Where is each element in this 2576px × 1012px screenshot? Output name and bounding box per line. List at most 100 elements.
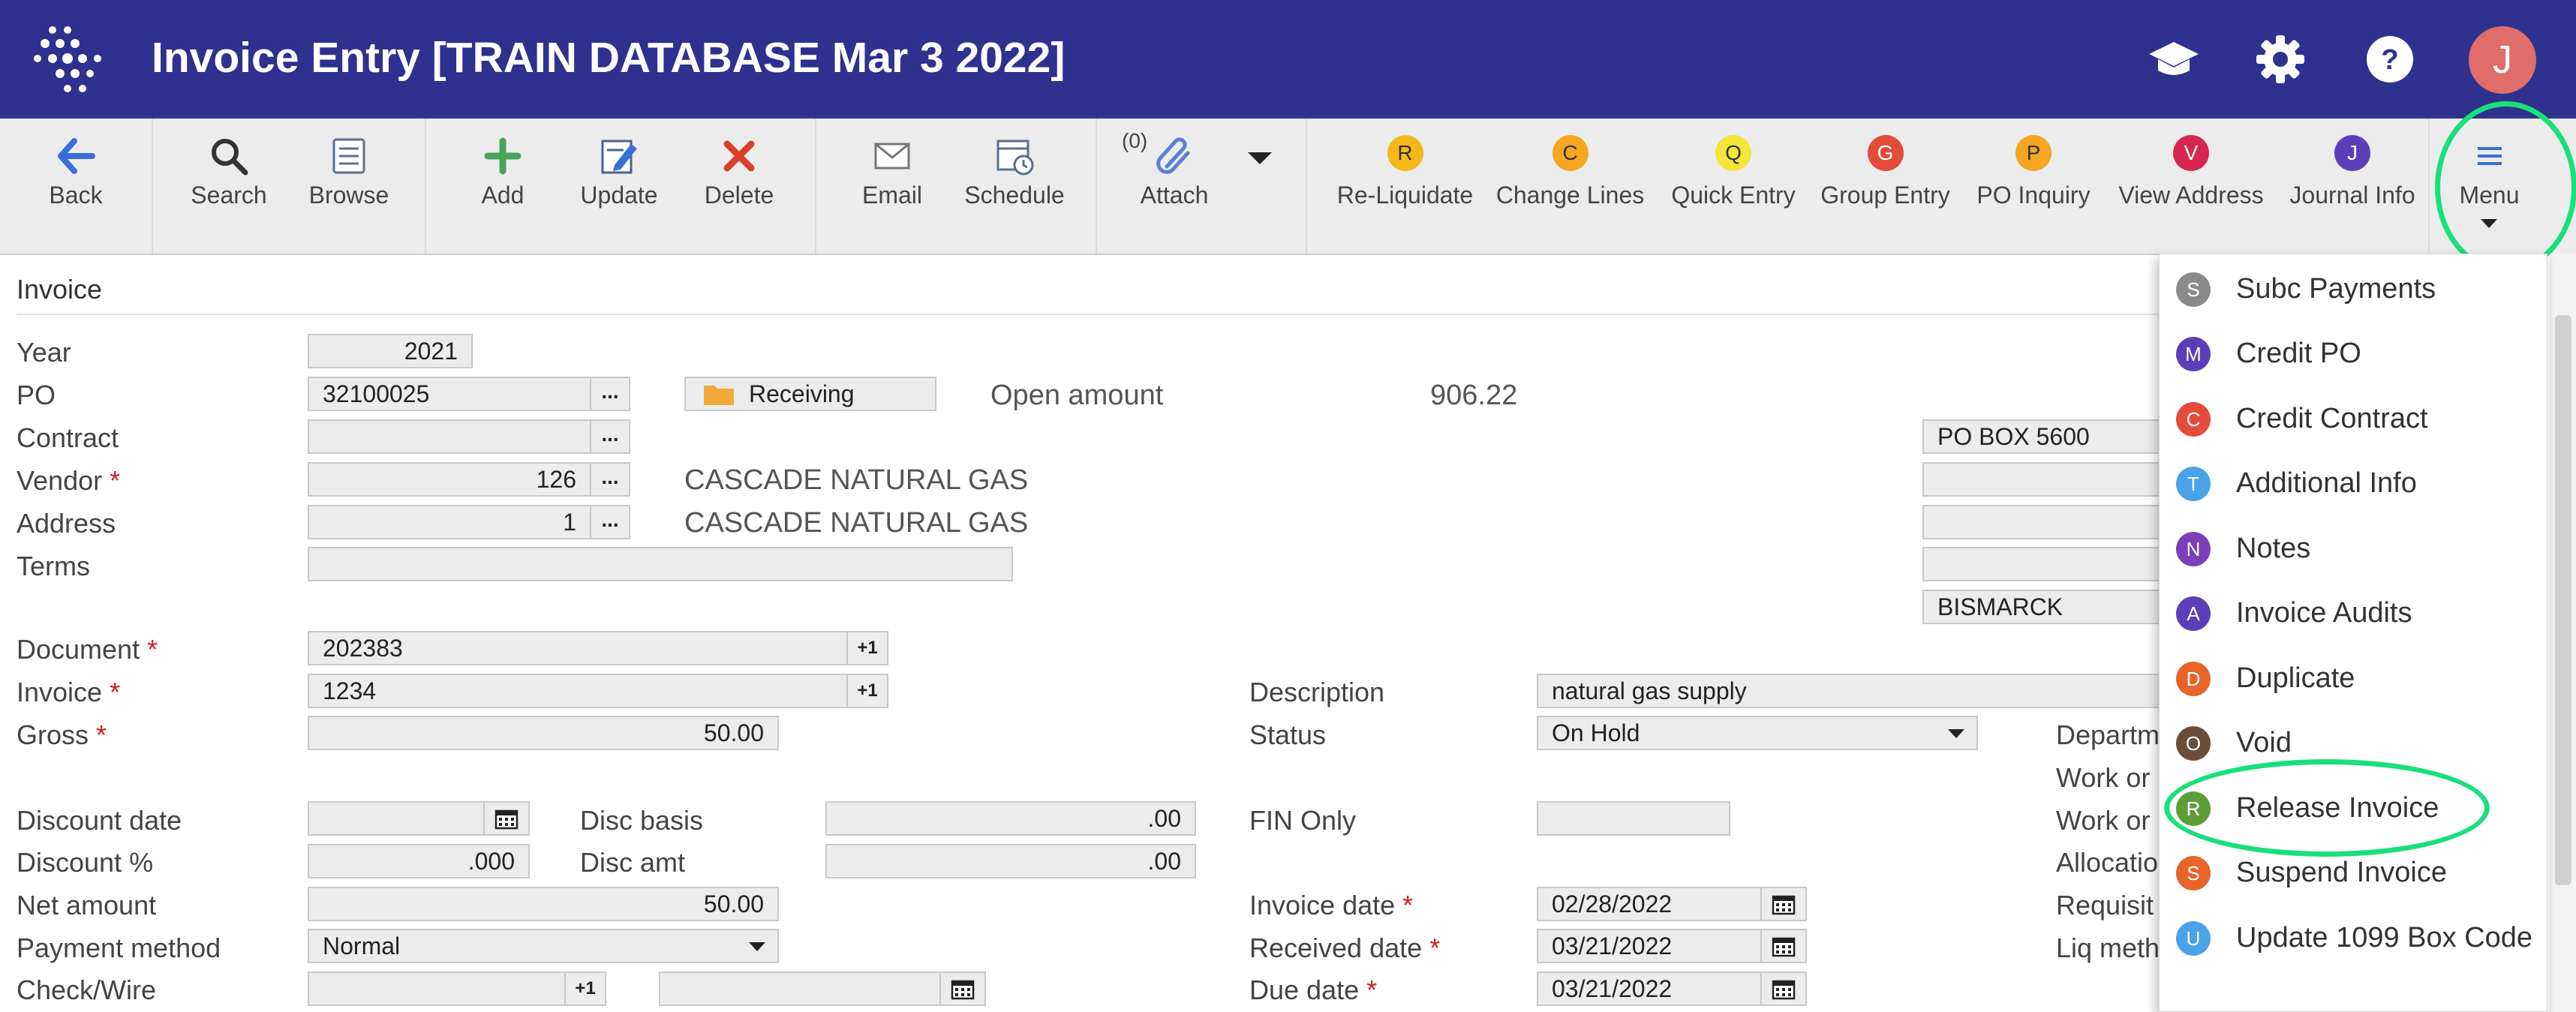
letter-s-icon: S (2176, 856, 2211, 890)
po-inquiry-button[interactable]: P PO Inquiry (1962, 119, 2105, 254)
delete-button[interactable]: Delete (690, 119, 788, 254)
disc-amt-field[interactable]: .00 (825, 844, 1196, 878)
view-address-button[interactable]: V View Address (2112, 119, 2270, 254)
menu-item-subc-payments[interactable]: S Subc Payments (2160, 257, 2548, 322)
po-field[interactable]: 32100025 (308, 377, 591, 411)
back-button[interactable]: Back (0, 119, 152, 254)
add-button[interactable]: Add (454, 119, 552, 254)
address-name: CASCADE NATURAL GAS (684, 507, 1029, 539)
fin-only-label: FIN Only (1249, 805, 1357, 836)
year-field[interactable]: 2021 (308, 334, 473, 368)
invoice-date-field[interactable]: 02/28/2022 (1537, 887, 1762, 921)
gear-icon[interactable] (2254, 33, 2307, 86)
app-logo-icon[interactable] (30, 23, 105, 98)
graduation-cap-icon[interactable] (2148, 33, 2200, 86)
address-line-4-field[interactable] (1922, 547, 2193, 581)
envelope-icon (874, 143, 910, 170)
re-liquidate-button[interactable]: R Re-Liquidate (1324, 119, 1486, 254)
journal-info-button[interactable]: J Journal Info (2281, 119, 2424, 254)
due-date-calendar-button[interactable] (1760, 971, 1807, 1006)
status-chevron-down-icon[interactable] (1948, 729, 1964, 738)
attach-count: (0) (1122, 129, 1148, 152)
calendar-icon (1772, 980, 1796, 1000)
discount-date-field[interactable] (308, 801, 485, 836)
letter-m-icon: M (2176, 337, 2211, 371)
menu-item-credit-contract[interactable]: C Credit Contract (2160, 387, 2548, 452)
letter-c-icon: C (2176, 402, 2211, 437)
net-amount-field[interactable]: 50.00 (308, 887, 779, 921)
gross-field[interactable]: 50.00 (308, 716, 779, 750)
attach-dropdown-icon[interactable] (1248, 152, 1272, 164)
invoice-field[interactable]: 1234 (308, 674, 849, 708)
address-label: Address (17, 508, 116, 539)
letter-d-icon: D (2176, 662, 2211, 696)
address-city-field[interactable]: BISMARCK (1922, 590, 2193, 624)
help-icon[interactable]: ? (2364, 33, 2416, 86)
menu-item-duplicate[interactable]: D Duplicate (2160, 647, 2548, 711)
department-label: Departm (2056, 719, 2160, 750)
check-wire-field[interactable] (308, 971, 566, 1006)
payment-method-chevron-down-icon[interactable] (749, 942, 765, 951)
check-wire-increment-button[interactable]: +1 (564, 971, 606, 1006)
quick-entry-button[interactable]: Q Quick Entry (1658, 119, 1808, 254)
po-lookup-button[interactable]: ... (590, 377, 630, 411)
menu-item-invoice-audits[interactable]: A Invoice Audits (2160, 581, 2548, 646)
received-date-label: Received date * (1249, 932, 1441, 963)
payment-method-select[interactable]: Normal (308, 929, 779, 963)
menu-item-additional-info[interactable]: T Additional Info (2160, 452, 2548, 516)
browse-button[interactable]: Browse (300, 119, 398, 254)
page-scrollbar-thumb[interactable] (2555, 315, 2571, 885)
terms-label: Terms (17, 551, 90, 581)
user-avatar[interactable]: J (2469, 26, 2536, 94)
discount-date-calendar-button[interactable] (483, 801, 530, 836)
due-date-field[interactable]: 03/21/2022 (1537, 971, 1762, 1006)
check-wire-date-field[interactable] (659, 971, 941, 1006)
received-date-field[interactable]: 03/21/2022 (1537, 929, 1762, 963)
email-button[interactable]: Email (843, 119, 941, 254)
vendor-lookup-button[interactable]: ... (590, 462, 630, 497)
letter-q-icon: Q (1715, 135, 1751, 171)
edit-icon (601, 140, 637, 174)
calendar-icon (1772, 937, 1796, 957)
menu-item-update-1099-box-code[interactable]: U Update 1099 Box Code (2160, 906, 2548, 971)
disc-basis-field[interactable]: .00 (825, 801, 1196, 836)
invoice-date-calendar-button[interactable] (1760, 887, 1807, 921)
disc-amt-label: Disc amt (580, 847, 686, 878)
received-date-calendar-button[interactable] (1760, 929, 1807, 963)
document-increment-button[interactable]: +1 (846, 631, 888, 665)
change-lines-button[interactable]: C Change Lines (1493, 119, 1647, 254)
letter-c-icon: C (1552, 135, 1589, 171)
po-label: PO (17, 380, 56, 410)
letter-n-icon: N (2176, 532, 2211, 566)
gross-label: Gross * (17, 719, 107, 750)
attach-button[interactable]: (0) Attach (1122, 119, 1227, 254)
address-line-2-field[interactable] (1922, 462, 2193, 497)
document-field[interactable]: 202383 (308, 631, 849, 665)
contract-lookup-button[interactable]: ... (590, 419, 630, 454)
fin-only-field[interactable] (1537, 801, 1730, 836)
status-select[interactable]: On Hold (1537, 716, 1978, 750)
address-line-3-field[interactable] (1922, 505, 2193, 539)
invoice-increment-button[interactable]: +1 (846, 674, 888, 708)
address-line-1-field[interactable]: PO BOX 5600 (1922, 419, 2193, 454)
address-lookup-button[interactable]: ... (590, 505, 630, 539)
description-field[interactable]: natural gas supply (1537, 674, 2193, 708)
update-button[interactable]: Update (570, 119, 668, 254)
search-button[interactable]: Search (180, 119, 278, 254)
terms-field[interactable] (308, 547, 1013, 581)
document-label: Document * (17, 634, 158, 665)
search-icon (212, 139, 248, 176)
check-wire-calendar-button[interactable] (939, 971, 986, 1006)
discount-pct-field[interactable]: .000 (308, 844, 530, 878)
description-label: Description (1249, 677, 1385, 707)
group-entry-button[interactable]: G Group Entry (1812, 119, 1958, 254)
letter-s-icon: S (2176, 272, 2211, 307)
vendor-field[interactable]: 126 (308, 462, 591, 497)
contract-field[interactable] (308, 419, 591, 454)
menu-item-credit-po[interactable]: M Credit PO (2160, 322, 2548, 386)
schedule-button[interactable]: Schedule (962, 119, 1067, 254)
menu-item-notes[interactable]: N Notes (2160, 517, 2548, 581)
calendar-clock-icon (996, 140, 1034, 176)
address-field[interactable]: 1 (308, 505, 591, 539)
vendor-name: CASCADE NATURAL GAS (684, 464, 1029, 496)
